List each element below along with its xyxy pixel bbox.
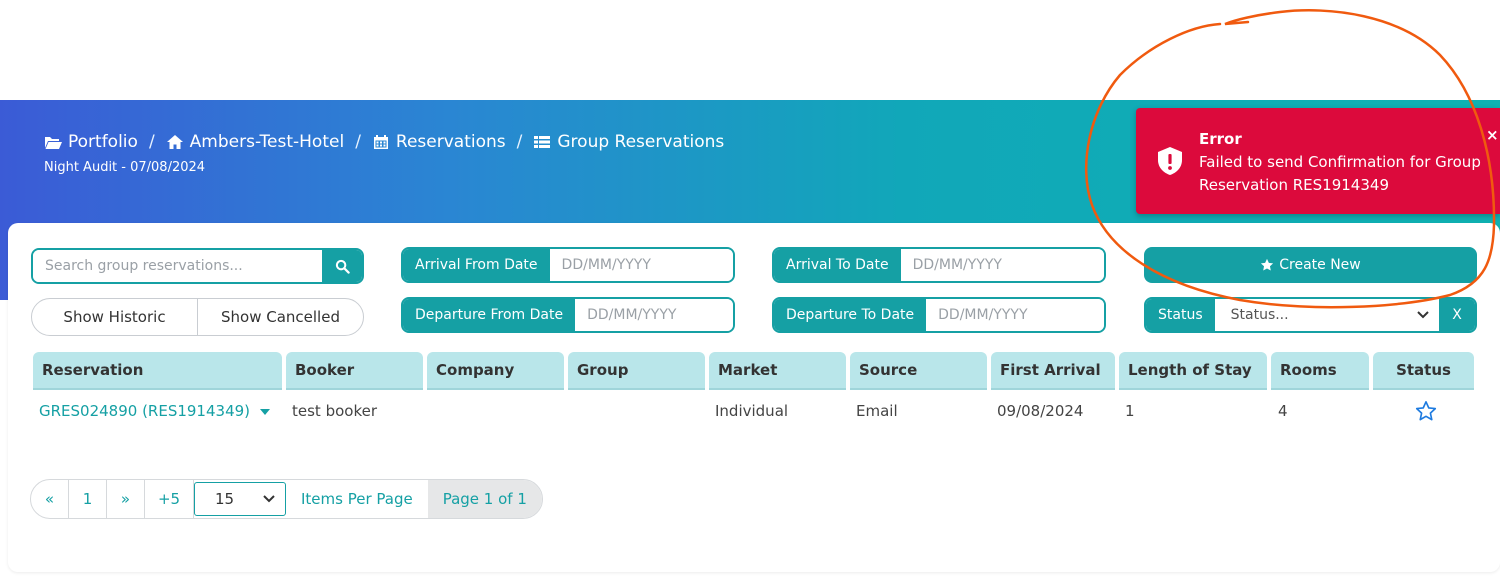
column-header-status[interactable]: Status bbox=[1373, 352, 1474, 390]
cell-source: Email bbox=[856, 402, 898, 420]
column-header-market[interactable]: Market bbox=[709, 352, 846, 390]
breadcrumb-portfolio[interactable]: Portfolio bbox=[44, 132, 138, 152]
arrival-to-label: Arrival To Date bbox=[774, 249, 901, 281]
cell-market: Individual bbox=[715, 402, 789, 420]
pagination-next[interactable]: » bbox=[107, 480, 145, 518]
column-header-reservation[interactable]: Reservation bbox=[33, 352, 282, 390]
night-audit-date: Night Audit - 07/08/2024 bbox=[44, 160, 206, 175]
show-historic-button[interactable]: Show Historic bbox=[32, 299, 198, 335]
arrival-to-field: Arrival To Date bbox=[772, 247, 1106, 283]
list-icon bbox=[534, 136, 551, 148]
status-filter: Status Status... X bbox=[1144, 297, 1477, 333]
page-info: Page 1 of 1 bbox=[427, 480, 542, 518]
arrival-to-input[interactable] bbox=[900, 249, 1104, 281]
pagination-plus5[interactable]: +5 bbox=[145, 480, 194, 518]
column-header-length-of-stay[interactable]: Length of Stay bbox=[1119, 352, 1267, 390]
items-per-page-select[interactable]: 15 bbox=[194, 482, 286, 516]
breadcrumb-hotel[interactable]: Ambers-Test-Hotel bbox=[166, 132, 345, 152]
search-button[interactable] bbox=[322, 250, 362, 282]
create-new-button[interactable]: Create New bbox=[1144, 247, 1477, 283]
departure-to-input[interactable] bbox=[926, 299, 1104, 331]
history-toggle-group: Show Historic Show Cancelled bbox=[31, 298, 364, 336]
departure-from-label: Departure From Date bbox=[403, 299, 576, 331]
cell-rooms: 4 bbox=[1278, 402, 1288, 420]
cell-length-of-stay: 1 bbox=[1125, 402, 1135, 420]
departure-to-field: Departure To Date bbox=[772, 297, 1106, 333]
items-per-page-value: 15 bbox=[215, 490, 235, 508]
chevron-down-icon bbox=[263, 495, 275, 503]
cell-first-arrival: 09/08/2024 bbox=[997, 402, 1084, 420]
departure-from-input[interactable] bbox=[575, 299, 733, 331]
breadcrumb-separator: / bbox=[355, 132, 361, 152]
toast-close-button[interactable]: × bbox=[1486, 126, 1499, 144]
breadcrumb-separator: / bbox=[516, 132, 523, 152]
pagination-page-1[interactable]: 1 bbox=[69, 480, 107, 518]
table-row[interactable]: GRES024890 (RES1914349) test booker Indi… bbox=[33, 394, 1475, 430]
calendar-icon bbox=[373, 135, 388, 149]
column-header-rooms[interactable]: Rooms bbox=[1271, 352, 1369, 390]
caret-down-icon bbox=[259, 408, 270, 415]
pagination-first[interactable]: « bbox=[31, 480, 69, 518]
breadcrumb-group-reservations-label: Group Reservations bbox=[557, 132, 725, 152]
column-header-group[interactable]: Group bbox=[568, 352, 705, 390]
items-per-page-label: Items Per Page bbox=[301, 490, 413, 508]
breadcrumb-reservations[interactable]: Reservations bbox=[372, 132, 506, 152]
pagination: « 1 » +5 15 Items Per Page Page 1 of 1 bbox=[30, 479, 543, 519]
create-new-label: Create New bbox=[1279, 257, 1361, 273]
folder-open-icon bbox=[45, 137, 62, 149]
show-cancelled-button[interactable]: Show Cancelled bbox=[198, 299, 363, 335]
column-header-source[interactable]: Source bbox=[850, 352, 987, 390]
breadcrumb-hotel-label: Ambers-Test-Hotel bbox=[189, 132, 345, 152]
breadcrumb-separator: / bbox=[148, 132, 155, 152]
column-header-first-arrival[interactable]: First Arrival bbox=[991, 352, 1115, 390]
search-box bbox=[31, 248, 364, 284]
page: Portfolio / Ambers-Test-Hotel / Reservat… bbox=[0, 0, 1500, 578]
toast-title: Error bbox=[1199, 130, 1242, 148]
reservation-link[interactable]: GRES024890 (RES1914349) bbox=[39, 402, 270, 420]
status-clear-button[interactable]: X bbox=[1439, 299, 1475, 331]
error-toast[interactable]: Error Failed to send Confirmation for Gr… bbox=[1136, 108, 1500, 214]
chevron-down-icon bbox=[1417, 311, 1429, 319]
toast-message: Failed to send Confirmation for Group Re… bbox=[1199, 153, 1481, 194]
star-outline-icon[interactable] bbox=[1415, 400, 1437, 422]
column-header-booker[interactable]: Booker bbox=[286, 352, 423, 390]
departure-to-label: Departure To Date bbox=[774, 299, 927, 331]
arrival-from-field: Arrival From Date bbox=[401, 247, 735, 283]
column-header-company[interactable]: Company bbox=[427, 352, 564, 390]
search-input[interactable] bbox=[33, 250, 322, 282]
breadcrumb-group-reservations[interactable]: Group Reservations bbox=[533, 132, 724, 152]
search-icon bbox=[335, 259, 350, 274]
departure-from-field: Departure From Date bbox=[401, 297, 735, 333]
star-icon bbox=[1261, 258, 1274, 271]
table-header: Reservation Booker Company Group Market … bbox=[33, 352, 1474, 390]
status-filter-label: Status bbox=[1146, 299, 1215, 331]
breadcrumb-portfolio-label: Portfolio bbox=[68, 132, 138, 152]
breadcrumb: Portfolio / Ambers-Test-Hotel / Reservat… bbox=[44, 132, 724, 152]
shield-alert-icon bbox=[1158, 147, 1182, 175]
status-select-value: Status... bbox=[1230, 307, 1289, 323]
home-icon bbox=[166, 135, 183, 149]
arrival-from-label: Arrival From Date bbox=[403, 249, 550, 281]
arrival-from-input[interactable] bbox=[549, 249, 733, 281]
breadcrumb-reservations-label: Reservations bbox=[395, 132, 506, 152]
reservation-id: GRES024890 (RES1914349) bbox=[39, 402, 251, 420]
cell-booker: test booker bbox=[292, 402, 377, 420]
status-select[interactable]: Status... bbox=[1214, 299, 1439, 331]
